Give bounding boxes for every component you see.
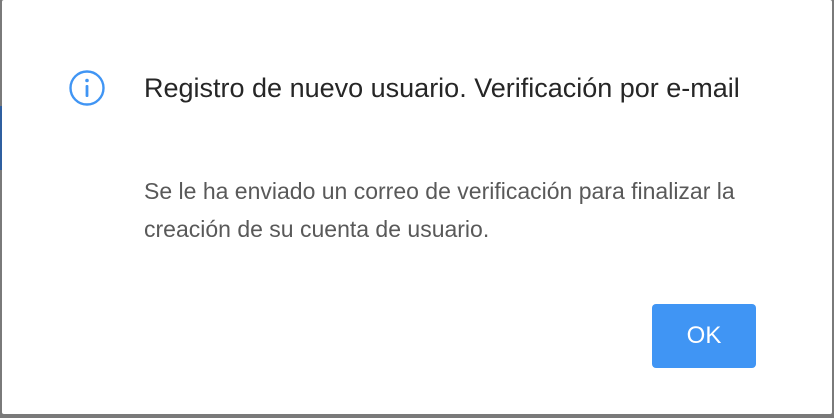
dialog-title: Registro de nuevo usuario. Verificación … bbox=[144, 73, 740, 103]
verification-dialog: Registro de nuevo usuario. Verificación … bbox=[2, 0, 832, 414]
info-circle-icon bbox=[69, 70, 105, 106]
dialog-message: Se le ha enviado un correo de verificaci… bbox=[144, 178, 735, 242]
ok-button[interactable]: OK bbox=[652, 304, 756, 368]
